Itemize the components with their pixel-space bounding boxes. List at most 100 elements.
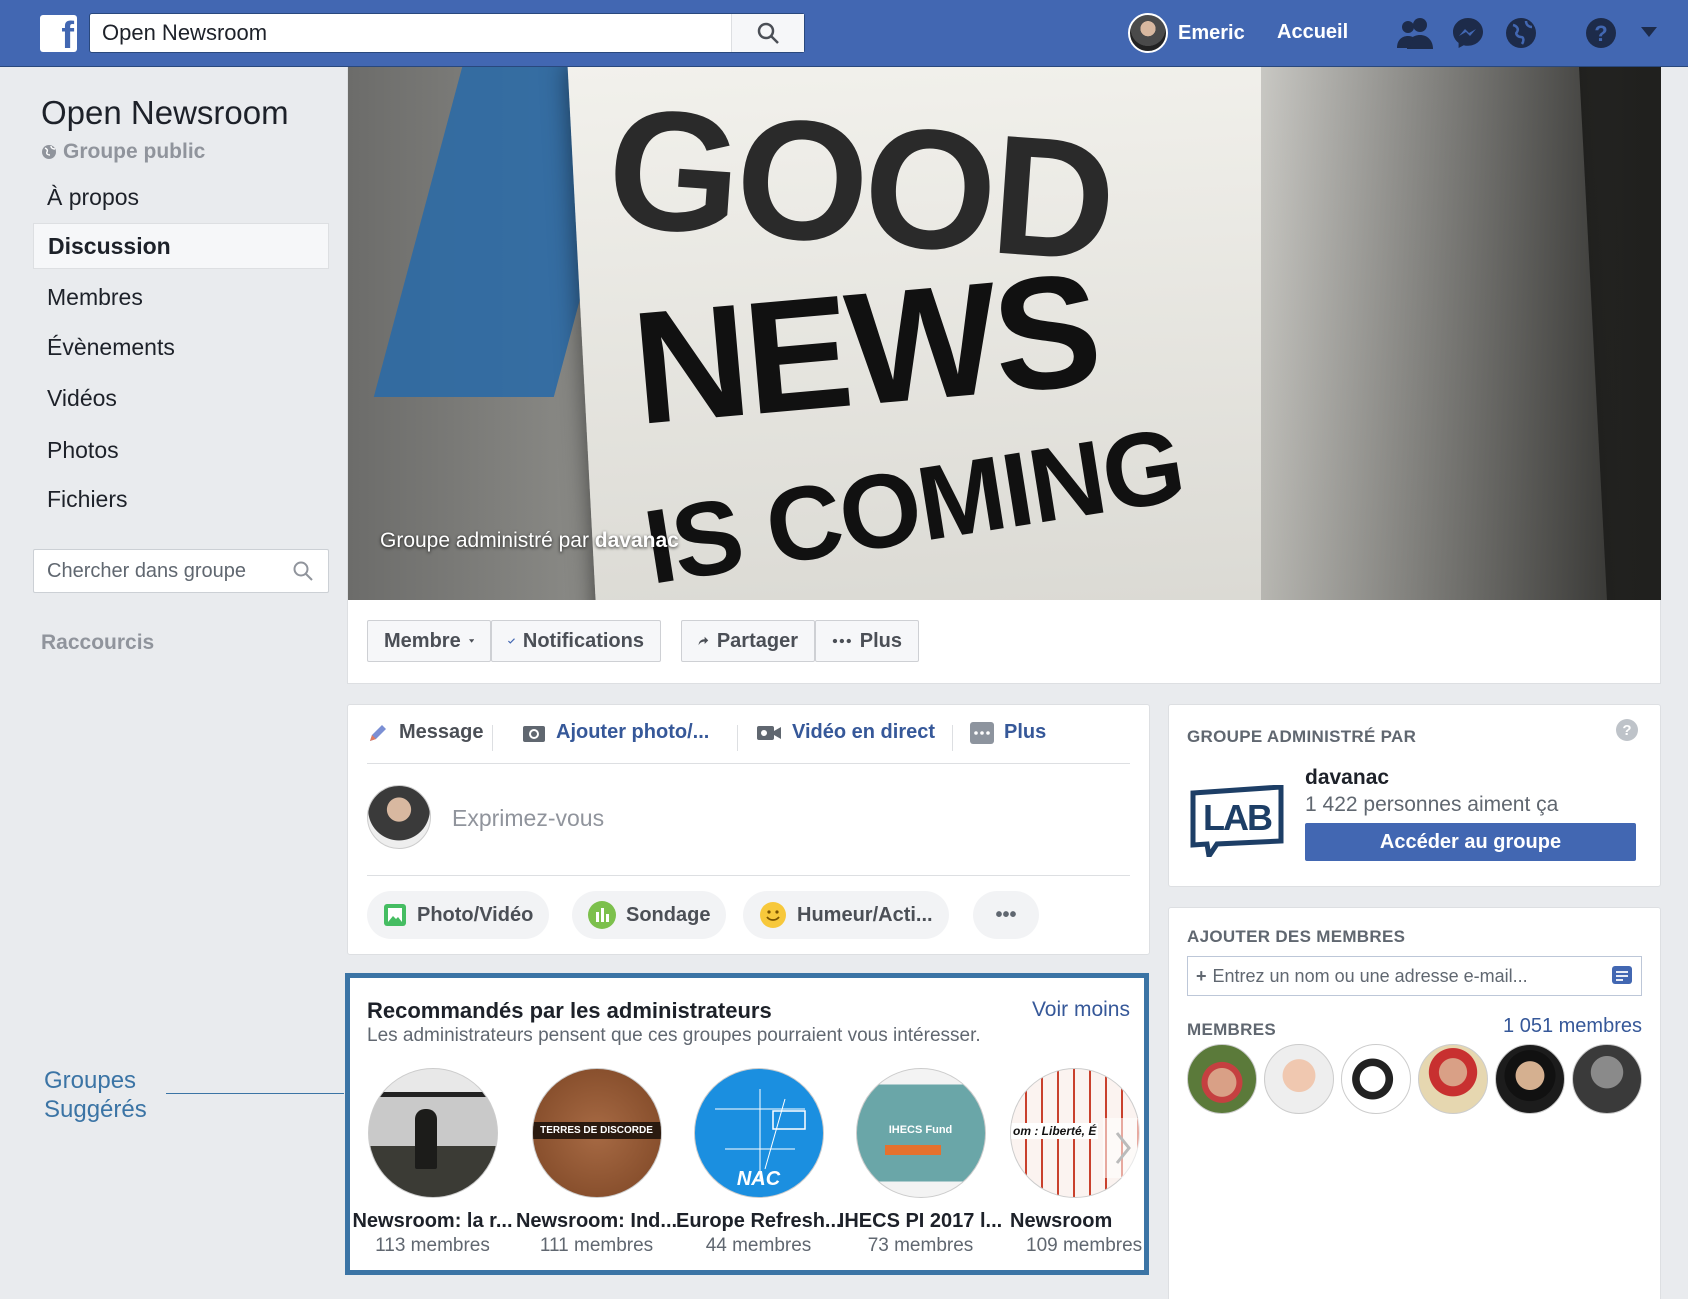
suggested-group-card[interactable]: TERRES DE DISCORDE Newsroom: Ind... 111 …: [514, 1068, 679, 1257]
composer-tab-label: Vidéo en direct: [792, 721, 936, 743]
sidebar-item-about[interactable]: À propos: [33, 174, 329, 220]
help-icon[interactable]: ?: [1616, 719, 1638, 741]
search-icon[interactable]: [292, 560, 314, 582]
contact-list-icon[interactable]: [1611, 965, 1633, 987]
add-member-input[interactable]: + Entrez un nom ou une adresse e-mail...: [1187, 956, 1642, 996]
group-search-input[interactable]: [34, 550, 274, 592]
annotation-connector: [166, 1093, 344, 1094]
member-avatar[interactable]: [1572, 1044, 1642, 1114]
search-button[interactable]: [731, 14, 804, 52]
suggested-group-members: 109 membres: [1026, 1235, 1143, 1256]
suggested-group-name: Europe Refresh...: [676, 1210, 841, 1232]
sidebar-item-files[interactable]: Fichiers: [33, 476, 329, 522]
chevron-right-icon: [1115, 1132, 1131, 1164]
facebook-logo-icon[interactable]: f: [40, 15, 77, 52]
annotation-line2: Suggérés: [44, 1096, 147, 1123]
shortcuts-heading: Raccourcis: [41, 631, 155, 654]
suggested-group-photo: NAC: [693, 1068, 824, 1198]
add-member-placeholder: Entrez un nom ou une adresse e-mail...: [1212, 965, 1528, 986]
composer-tab-add-photo[interactable]: Ajouter photo/...: [522, 721, 709, 744]
sidebar-item-videos[interactable]: Vidéos: [33, 375, 329, 421]
sidebar-item-label: Vidéos: [47, 384, 117, 411]
share-button[interactable]: Partager: [681, 620, 815, 662]
cover-caption-prefix: Groupe administré par: [380, 529, 589, 552]
composer-input[interactable]: Exprimez-vous: [452, 805, 604, 832]
global-search: [89, 13, 805, 53]
poll-label: Sondage: [626, 903, 711, 926]
composer-tab-more[interactable]: Plus: [970, 721, 1046, 744]
sidebar-item-label: À propos: [47, 183, 140, 210]
suggested-group-photo: [367, 1068, 498, 1198]
composer-tab-label: Ajouter photo/...: [556, 721, 710, 743]
orange-banner: [884, 1145, 941, 1155]
composer-tab-label: Message: [399, 721, 484, 743]
profile-link[interactable]: Emeric: [1128, 13, 1245, 53]
suggested-groups-annotation: Groupes Suggérés: [44, 1066, 147, 1124]
more-button[interactable]: Plus: [815, 620, 919, 662]
sidebar-item-label: Évènements: [47, 333, 175, 360]
feeling-activity-label: Humeur/Acti...: [797, 903, 933, 926]
home-link[interactable]: Accueil: [1277, 21, 1348, 44]
photo-icon: [384, 904, 406, 926]
notifications-globe-icon[interactable]: [1504, 16, 1538, 50]
share-arrow-icon: [698, 636, 709, 646]
cover-photo[interactable]: GOOD NEWS IS COMING Groupe administré pa…: [348, 67, 1661, 600]
suggested-group-members: 111 membres: [539, 1235, 654, 1256]
suggested-group-card[interactable]: NAC Europe Refresh... 44 membres: [676, 1068, 841, 1257]
composer-tab-label: Plus: [1004, 721, 1047, 743]
recommended-title: Recommandés par les administrateurs: [367, 998, 772, 1023]
soldier-silhouette: [414, 1109, 437, 1169]
camera-icon: [523, 725, 545, 742]
composer-tab-live-video[interactable]: Vidéo en direct: [756, 721, 935, 744]
members-count-link[interactable]: 1 051 membres: [1503, 1015, 1642, 1038]
notifications-button[interactable]: Notifications: [491, 620, 661, 662]
cover-shadow: [1261, 67, 1661, 600]
member-avatar[interactable]: [1341, 1044, 1411, 1114]
composer-divider: [367, 875, 1130, 876]
member-avatar[interactable]: [1187, 1044, 1257, 1114]
messenger-icon[interactable]: [1451, 16, 1485, 50]
composer-more-dots: •••: [995, 903, 1017, 926]
member-button[interactable]: Membre: [367, 620, 491, 662]
sidebar-item-discussion[interactable]: Discussion: [33, 223, 329, 269]
share-button-label: Partager: [716, 629, 798, 652]
more-dots-icon: [970, 721, 994, 744]
member-avatar[interactable]: [1495, 1044, 1565, 1114]
friend-requests-icon[interactable]: [1397, 16, 1433, 50]
suggested-group-badge: TERRES DE DISCORDE: [532, 1122, 661, 1139]
composer-divider: [367, 763, 1130, 764]
suggested-group-card[interactable]: Newsroom: la r... 113 membres: [350, 1068, 515, 1257]
cover-caption-admin-link[interactable]: davanac: [595, 529, 679, 552]
help-icon[interactable]: ?: [1584, 16, 1618, 50]
composer-tab-divider: [952, 725, 953, 751]
carousel-next-button[interactable]: [1103, 1118, 1143, 1178]
access-group-button[interactable]: Accéder au groupe: [1305, 823, 1636, 861]
composer-more-button[interactable]: •••: [973, 891, 1039, 939]
group-title[interactable]: Open Newsroom: [41, 94, 289, 132]
member-avatar[interactable]: [1264, 1044, 1334, 1114]
member-button-label: Membre: [384, 629, 461, 652]
lab-logo[interactable]: LAB: [1189, 785, 1285, 857]
global-search-input[interactable]: [90, 14, 730, 52]
see-less-link[interactable]: Voir moins: [1032, 998, 1130, 1022]
composer-tab-message[interactable]: Message: [367, 721, 484, 744]
feeling-activity-button[interactable]: Humeur/Acti...: [743, 891, 949, 939]
group-cover-card: GOOD NEWS IS COMING Groupe administré pa…: [347, 67, 1661, 684]
member-avatar[interactable]: [1418, 1044, 1488, 1114]
sidebar-item-photos[interactable]: Photos: [33, 427, 329, 473]
admin-name-link[interactable]: davanac: [1305, 766, 1389, 790]
members-heading: MEMBRES: [1187, 1020, 1276, 1039]
sidebar-item-events[interactable]: Évènements: [33, 324, 329, 370]
account-menu-chevron-down-icon[interactable]: [1640, 26, 1658, 38]
sidebar-item-label: Discussion: [48, 232, 171, 259]
admin-card-heading: GROUPE ADMINISTRÉ PAR: [1187, 727, 1417, 746]
suggested-group-members: 73 membres: [867, 1235, 974, 1256]
admin-card: GROUPE ADMINISTRÉ PAR ? LAB davanac 1 42…: [1168, 704, 1661, 887]
search-icon: [757, 22, 779, 44]
smiley-icon: [760, 902, 786, 928]
sidebar-item-label: Fichiers: [47, 485, 128, 512]
suggested-group-card[interactable]: IHECS Fund IHECS PI 2017 l... 73 membres: [838, 1068, 1003, 1257]
poll-button[interactable]: Sondage: [572, 891, 727, 939]
sidebar-item-members[interactable]: Membres: [33, 274, 329, 320]
photo-video-button[interactable]: Photo/Vidéo: [367, 891, 550, 939]
